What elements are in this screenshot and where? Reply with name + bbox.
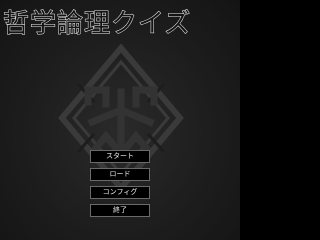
config-button[interactable]: コンフィグ	[90, 186, 150, 199]
start-button[interactable]: スタート	[90, 150, 150, 163]
load-button[interactable]: ロード	[90, 168, 150, 181]
game-title: 哲学論理クイズ	[3, 9, 192, 39]
main-menu: スタート ロード コンフィグ 終了	[90, 150, 150, 222]
quit-button[interactable]: 終了	[90, 204, 150, 217]
title-screen: 哲学論理クイズ スタート ロード コンフィグ 終了	[0, 0, 240, 240]
